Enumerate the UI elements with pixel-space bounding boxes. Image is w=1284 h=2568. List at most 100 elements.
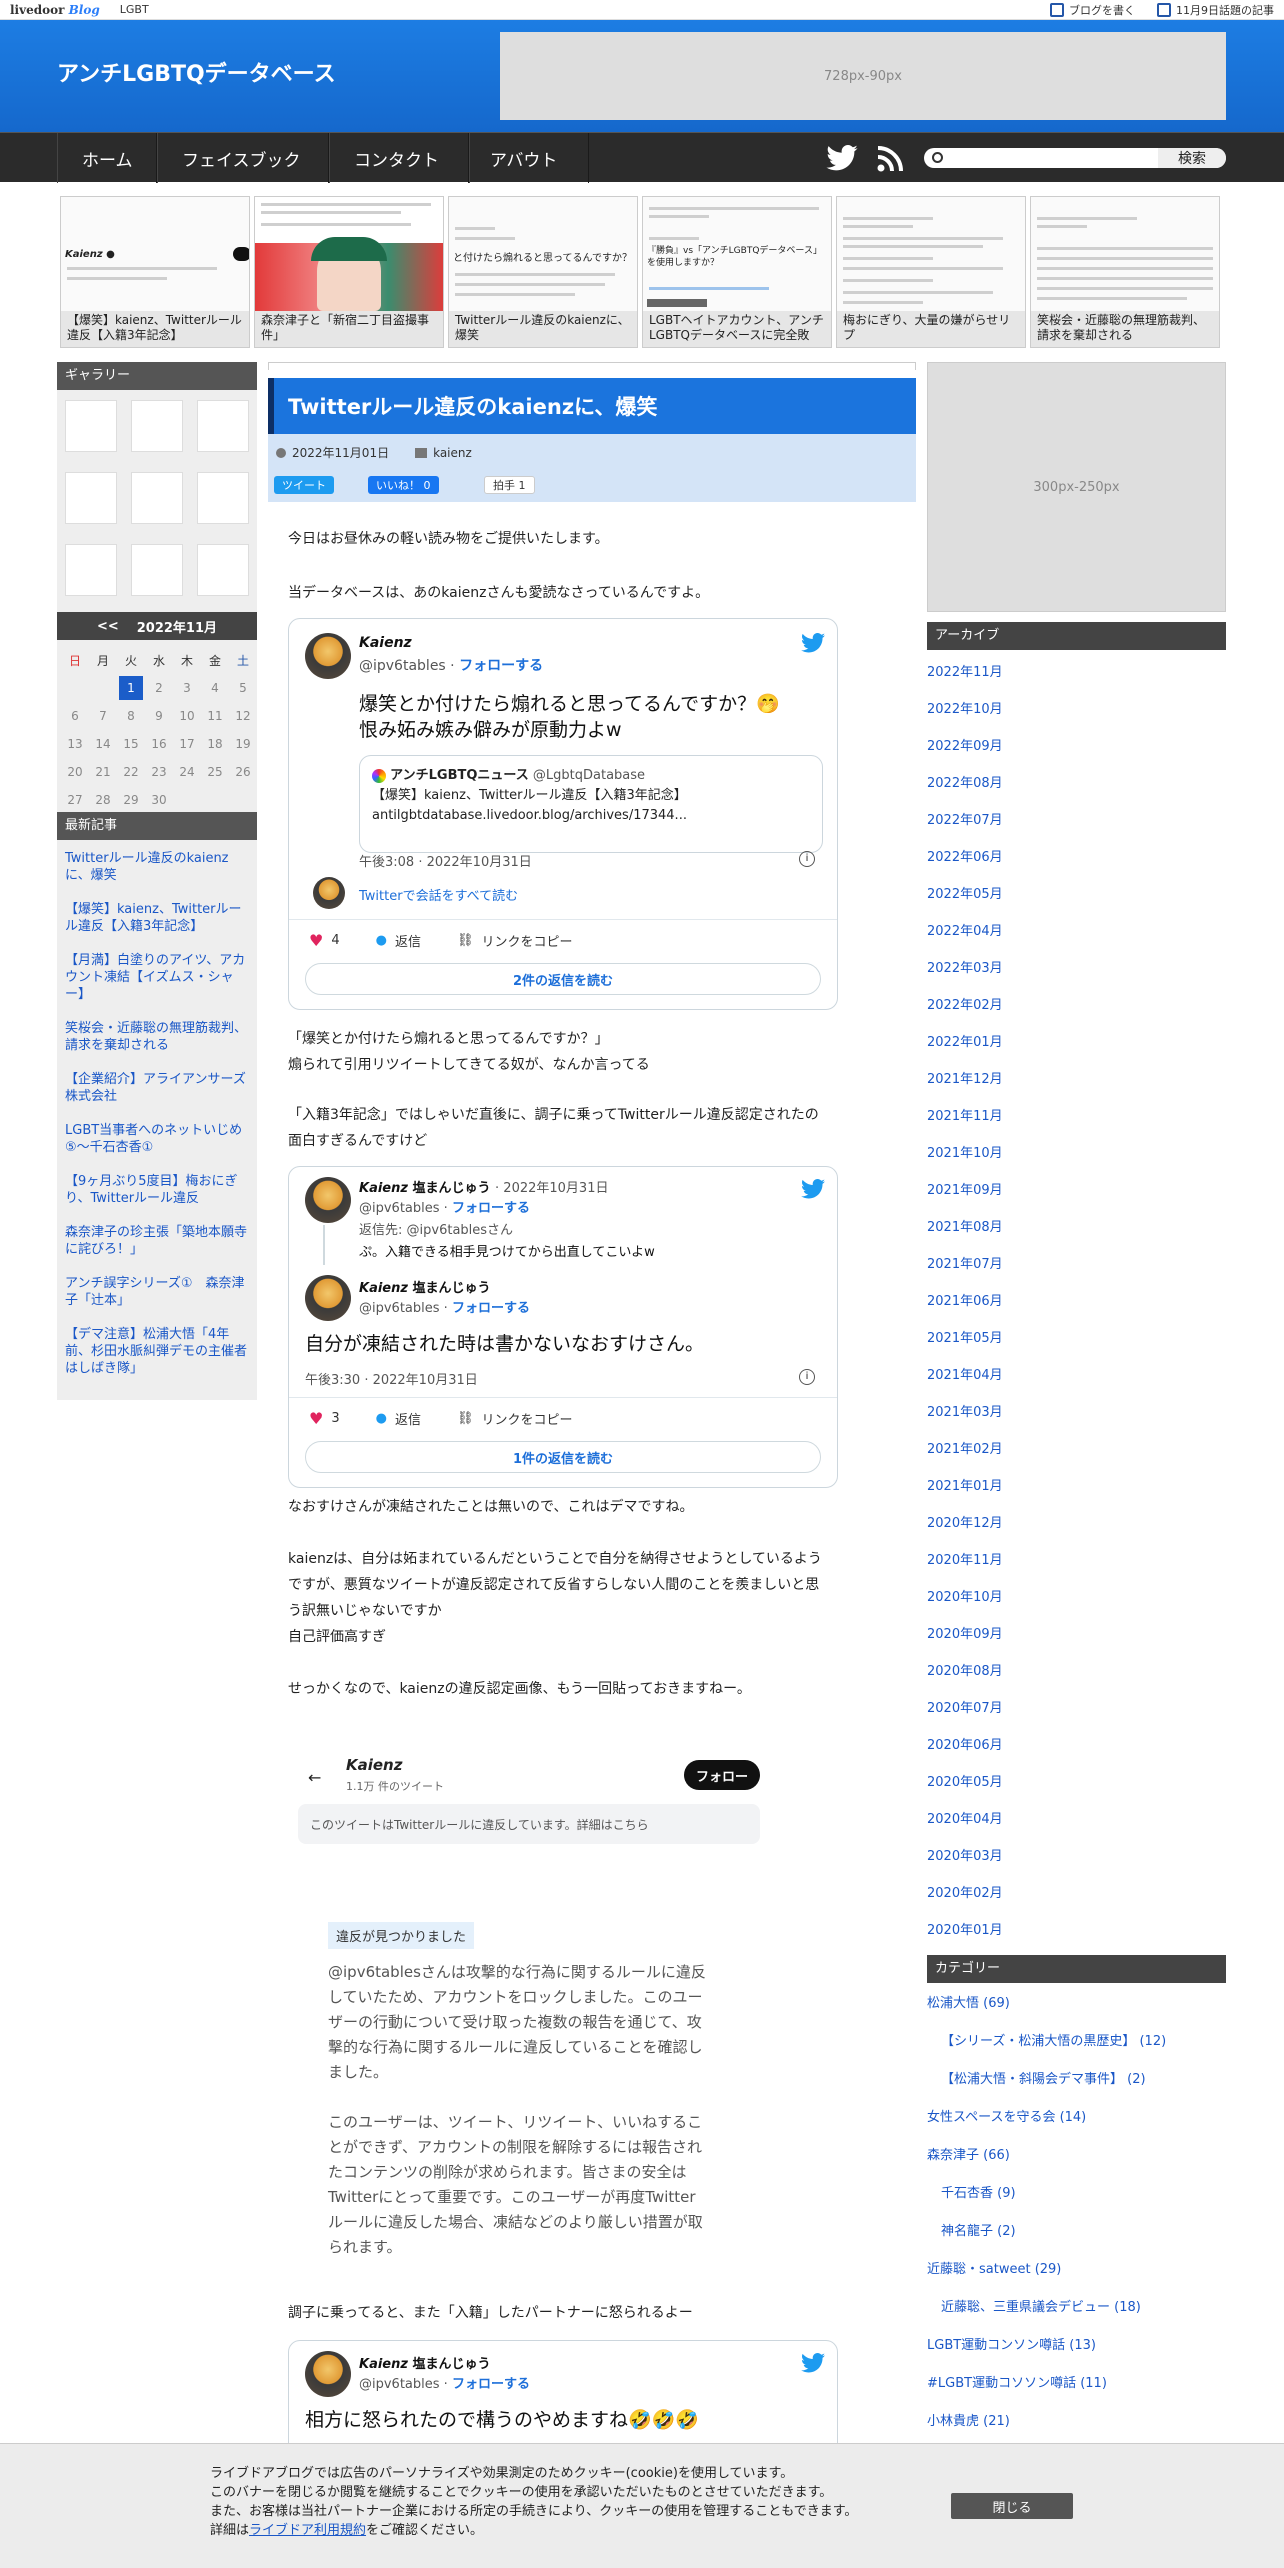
archive-link[interactable]: 2021年11月	[927, 1098, 1226, 1135]
terms-link[interactable]: ライブドア利用規約	[249, 2523, 366, 2538]
gallery-item[interactable]	[197, 544, 249, 596]
quoted-tweet-url[interactable]: antilgbtdatabase.livedoor.blog/archives/…	[372, 806, 810, 826]
featured-item[interactable]: 森奈津子と「新宿二丁目盗撮事件」	[254, 196, 444, 348]
rss-icon[interactable]	[876, 145, 904, 173]
calendar-day[interactable]: 23	[147, 760, 171, 784]
read-replies-button[interactable]: 1件の返信を読む	[305, 1441, 821, 1473]
category-link[interactable]: 神名龍子 (2)	[927, 2213, 1226, 2251]
cookie-close-button[interactable]: 閉じる	[951, 2493, 1073, 2519]
archive-link[interactable]: 2021年06月	[927, 1283, 1226, 1320]
archive-link[interactable]: 2020年03月	[927, 1838, 1226, 1875]
calendar-day[interactable]: 25	[203, 760, 227, 784]
nav-contact[interactable]: コンタクト	[329, 133, 469, 183]
category-link[interactable]: 近藤聡、三重県議会デビュー (18)	[927, 2289, 1226, 2327]
archive-link[interactable]: 2021年07月	[927, 1246, 1226, 1283]
archive-link[interactable]: 2022年01月	[927, 1024, 1226, 1061]
gallery-item[interactable]	[197, 400, 249, 452]
reply-action[interactable]: ● 返信	[376, 931, 421, 950]
calendar-day[interactable]: 3	[175, 676, 199, 700]
archive-link[interactable]: 2021年12月	[927, 1061, 1226, 1098]
copy-link-action[interactable]: ⛓ リンクをコピー	[457, 931, 573, 950]
search-button[interactable]: 検索	[1158, 148, 1226, 168]
twitter-bird-icon[interactable]	[801, 2353, 825, 2373]
category-link[interactable]: 森奈津子 (66)	[927, 2137, 1226, 2175]
archive-link[interactable]: 2020年12月	[927, 1505, 1226, 1542]
twitter-icon[interactable]	[826, 145, 858, 171]
recent-post-link[interactable]: アンチ誤字シリーズ① 森奈津子「辻本」	[65, 1275, 249, 1309]
search-input[interactable]: 検索	[924, 148, 1226, 168]
calendar-day[interactable]: 2	[147, 676, 171, 700]
recent-post-link[interactable]: 【月満】白塗りのアイツ、アカウント凍結【イズムス・シャー】	[65, 952, 249, 1003]
recent-post-link[interactable]: 【デマ注意】松浦大悟「4年前、杉田水脈糾弾デモの主催者はしばき隊」	[65, 1326, 249, 1377]
tweet-timestamp[interactable]: 午後3:08 · 2022年10月31日	[359, 851, 532, 870]
post-category-link[interactable]: kaienz	[433, 446, 472, 460]
site-title[interactable]: アンチLGBTQデータベース	[57, 56, 336, 88]
trend-link[interactable]: 11月9日話題の記事	[1157, 2, 1274, 18]
archive-link[interactable]: 2022年10月	[927, 691, 1226, 728]
calendar-day[interactable]: 10	[175, 704, 199, 728]
featured-item[interactable]: と付けたら煽れると思ってるんですか？ Twitterルール違反のkaienzに、…	[448, 196, 638, 348]
gallery-item[interactable]	[131, 544, 183, 596]
calendar-day[interactable]: 29	[119, 788, 143, 812]
calendar-day[interactable]: 30	[147, 788, 171, 812]
quoted-tweet[interactable]: アンチLGBTQニュース @LgbtqDatabase 【爆笑】kaienz、T…	[359, 755, 823, 853]
category-link[interactable]: 小林貴虎 (21)	[927, 2403, 1226, 2441]
twitter-bird-icon[interactable]	[801, 633, 825, 653]
calendar-day[interactable]: 18	[203, 732, 227, 756]
like-action[interactable]: ♥ 4	[309, 931, 340, 950]
category-link[interactable]: 松浦大悟 (69)	[927, 1985, 1226, 2023]
calendar-day[interactable]: 8	[119, 704, 143, 728]
topbar-tag[interactable]: LGBT	[120, 3, 149, 16]
calendar-day[interactable]: 6	[63, 704, 87, 728]
archive-link[interactable]: 2020年08月	[927, 1653, 1226, 1690]
embedded-tweet[interactable]: Kaienz 塩まんじゅう · 2022年10月31日 @ipv6tables …	[288, 1166, 838, 1488]
calendar-day[interactable]: 7	[91, 704, 115, 728]
write-blog-link[interactable]: ブログを書く	[1050, 2, 1135, 18]
follow-link[interactable]: フォローする	[459, 658, 543, 674]
archive-link[interactable]: 2021年01月	[927, 1468, 1226, 1505]
calendar-day[interactable]: 20	[63, 760, 87, 784]
archive-link[interactable]: 2020年06月	[927, 1727, 1226, 1764]
calendar-day[interactable]: 24	[175, 760, 199, 784]
category-link[interactable]: 【シリーズ・松浦大悟の黒歴史】 (12)	[927, 2023, 1226, 2061]
calendar-day[interactable]: 16	[147, 732, 171, 756]
embedded-tweet[interactable]: Kaienz @ipv6tables · フォローする 爆笑とか付けたら煽れると…	[288, 618, 838, 1010]
category-link[interactable]: 女性スペースを守る会 (14)	[927, 2099, 1226, 2137]
gallery-item[interactable]	[197, 472, 249, 524]
calendar-day[interactable]: 11	[203, 704, 227, 728]
archive-link[interactable]: 2020年09月	[927, 1616, 1226, 1653]
archive-link[interactable]: 2021年08月	[927, 1209, 1226, 1246]
gallery-item[interactable]	[65, 400, 117, 452]
embedded-tweet[interactable]: Kaienz 塩まんじゅう @ipv6tables · フォローする 相方に怒ら…	[288, 2340, 838, 2460]
category-link[interactable]: #LGBT運動コソソン噂話 (11)	[927, 2365, 1226, 2403]
read-replies-button[interactable]: 2件の返信を読む	[305, 963, 821, 995]
nav-facebook[interactable]: フェイスブック	[157, 133, 329, 183]
archive-link[interactable]: 2022年05月	[927, 876, 1226, 913]
info-icon[interactable]: i	[799, 1369, 815, 1385]
archive-link[interactable]: 2020年07月	[927, 1690, 1226, 1727]
header-ad[interactable]: 728px-90px	[500, 32, 1226, 120]
archive-link[interactable]: 2021年04月	[927, 1357, 1226, 1394]
livedoor-logo[interactable]: livedoor Blog	[10, 3, 100, 17]
gallery-item[interactable]	[65, 472, 117, 524]
archive-link[interactable]: 2021年09月	[927, 1172, 1226, 1209]
recent-post-link[interactable]: Twitterルール違反のkaienzに、爆笑	[65, 850, 249, 884]
calendar-day[interactable]: 9	[147, 704, 171, 728]
featured-item[interactable]: 笑桜会・近藤聡の無理筋裁判、請求を棄却される	[1030, 196, 1220, 348]
calendar-day[interactable]: 1	[119, 676, 143, 700]
calendar-day[interactable]: 17	[175, 732, 199, 756]
archive-link[interactable]: 2022年09月	[927, 728, 1226, 765]
gallery-item[interactable]	[65, 544, 117, 596]
archive-link[interactable]: 2020年04月	[927, 1801, 1226, 1838]
archive-link[interactable]: 2022年02月	[927, 987, 1226, 1024]
read-conversation-link[interactable]: Twitterで会話をすべて読む	[359, 885, 518, 904]
archive-link[interactable]: 2020年05月	[927, 1764, 1226, 1801]
like-action[interactable]: ♥ 3	[309, 1409, 340, 1428]
sidebar-ad[interactable]: 300px-250px	[927, 362, 1226, 612]
calendar-day[interactable]: 26	[231, 760, 255, 784]
recent-post-link[interactable]: 【企業紹介】アライアンサーズ株式会社	[65, 1071, 249, 1105]
archive-link[interactable]: 2022年08月	[927, 765, 1226, 802]
recent-post-link[interactable]: 【爆笑】kaienz、Twitterルール違反【入籍3年記念】	[65, 901, 249, 935]
category-link[interactable]: 【松浦大悟・斜陽会デマ事件】 (2)	[927, 2061, 1226, 2099]
archive-link[interactable]: 2020年02月	[927, 1875, 1226, 1912]
